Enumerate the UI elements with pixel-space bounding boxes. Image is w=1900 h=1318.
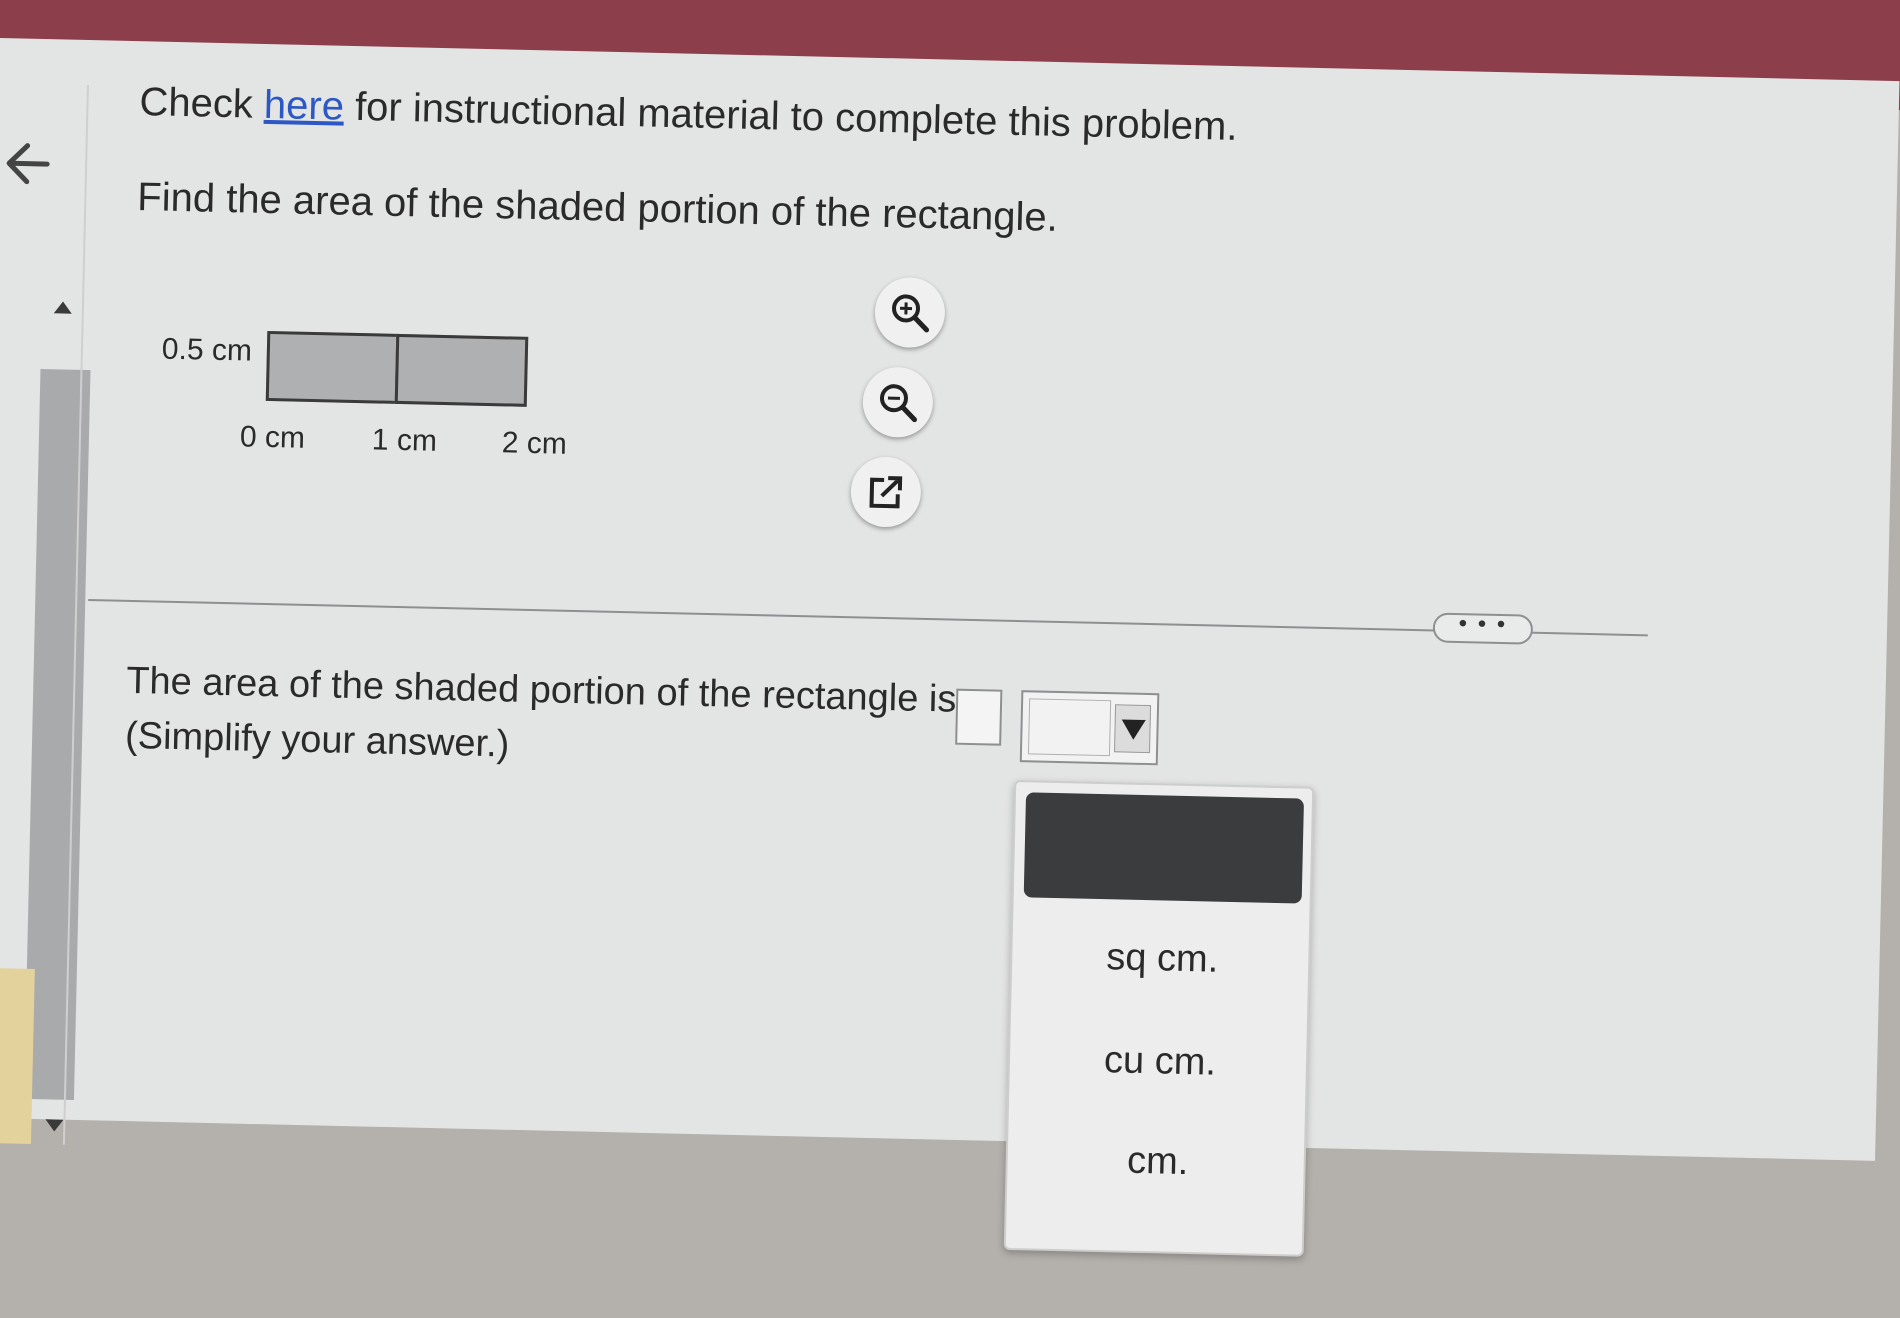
area-answer-input[interactable]	[955, 688, 1003, 746]
answer-sentence: The area of the shaded portion of the re…	[125, 659, 957, 721]
zoom-out-icon	[879, 384, 917, 423]
instruction-prefix: Check	[139, 80, 265, 127]
unit-selected-value	[1027, 698, 1112, 757]
external-link-icon	[869, 476, 903, 509]
unit-option-cm[interactable]: cm.	[1007, 1137, 1308, 1187]
unit-option-sq-cm[interactable]: sq cm.	[1012, 934, 1313, 984]
simplify-hint: (Simplify your answer.)	[124, 714, 510, 766]
unit-option-blank[interactable]	[1023, 792, 1304, 904]
dropdown-arrow-icon[interactable]	[1113, 704, 1152, 754]
popout-button[interactable]	[850, 456, 922, 528]
side-tab	[0, 967, 35, 1144]
rectangle-figure: 0.5 cm 0 cm 1 cm 2 cm	[131, 300, 615, 471]
shaded-square-1	[265, 330, 400, 404]
zoom-in-icon	[892, 294, 930, 333]
unit-options-menu: sq cm. cu cm. cm.	[1003, 780, 1315, 1257]
unit-option-cu-cm[interactable]: cu cm.	[1010, 1037, 1311, 1087]
tick-label: 1 cm	[371, 423, 438, 458]
help-link[interactable]: here	[263, 83, 344, 129]
height-label: 0.5 cm	[161, 332, 253, 368]
shaded-square-2	[394, 333, 529, 407]
zoom-in-button[interactable]	[874, 276, 946, 349]
tick-label: 0 cm	[239, 420, 306, 455]
tick-label: 2 cm	[501, 426, 568, 461]
back-arrow-icon[interactable]	[0, 133, 62, 198]
scroll-down-arrow[interactable]	[45, 1119, 64, 1132]
zoom-out-button[interactable]	[862, 366, 934, 439]
problem-content: Check here for instructional material to…	[88, 80, 1840, 1318]
question-text: Find the area of the shaded portion of t…	[136, 174, 1059, 240]
more-options-button[interactable]: • • •	[1432, 610, 1534, 645]
unit-dropdown[interactable]	[1019, 690, 1160, 766]
scroll-up-arrow[interactable]	[53, 301, 73, 314]
section-divider	[88, 598, 1648, 637]
